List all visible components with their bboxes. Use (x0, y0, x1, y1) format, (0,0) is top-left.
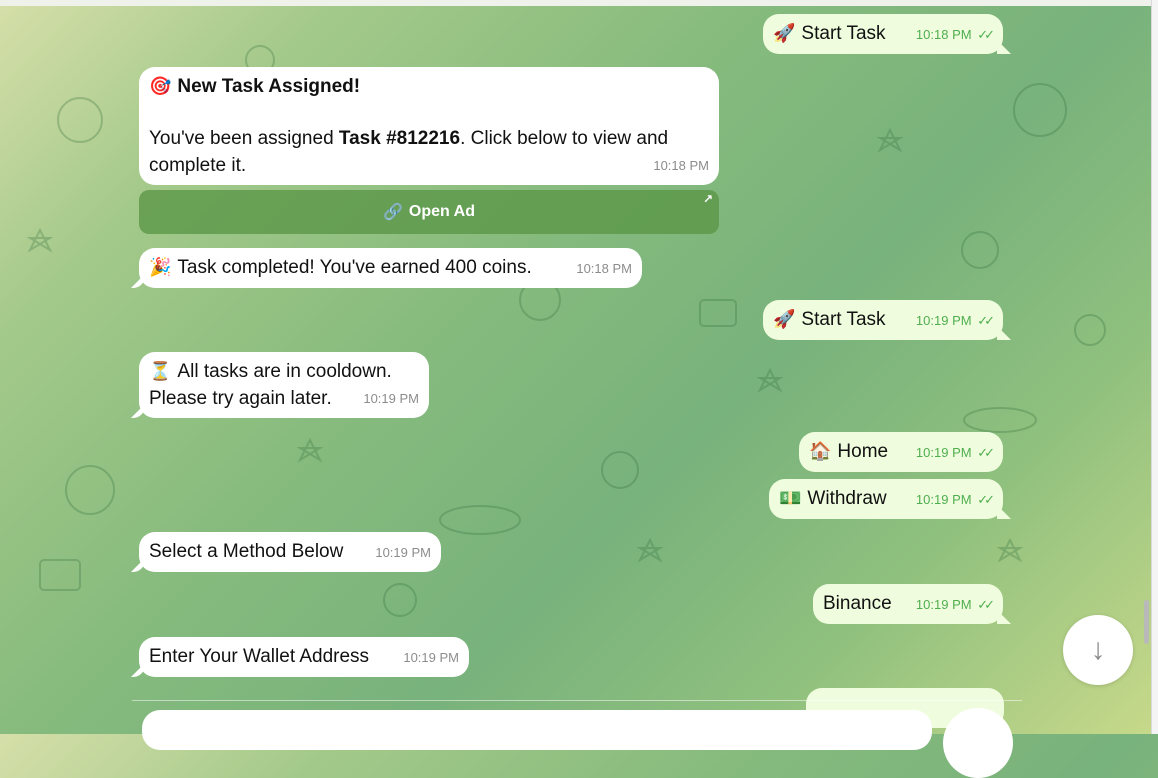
house-icon: 🏠 (809, 441, 832, 462)
divider (132, 700, 1022, 701)
message-select-method: Select a Method Below 10:19 PM (139, 532, 441, 572)
message-new-task: 🎯 New Task Assigned! You've been assigned… (139, 67, 719, 185)
read-ticks-icon: ✓✓ (977, 597, 995, 612)
message-withdraw: 💵 Withdraw 10:19 PM ✓✓ (769, 479, 1003, 519)
window-right-edge (1151, 0, 1158, 734)
message-line-2: Please try again later. (149, 388, 332, 409)
message-body-prefix: You've been assigned (149, 128, 339, 149)
external-link-icon: ↗ (702, 192, 713, 206)
message-text: Withdraw (807, 488, 887, 509)
window-top-border (0, 0, 1158, 6)
message-time: 10:19 PM ✓✓ (915, 597, 995, 612)
message-line-1: All tasks are in cooldown. (177, 361, 392, 382)
link-icon: 🔗 (383, 204, 403, 221)
message-text: Start Task (801, 309, 886, 330)
message-binance: Binance 10:19 PM ✓✓ (813, 584, 1003, 624)
scroll-to-bottom-button[interactable]: ↓ (1063, 615, 1133, 685)
message-text: Binance (823, 593, 892, 614)
message-time: 10:19 PM (403, 650, 459, 665)
message-text: Start Task (801, 23, 886, 44)
party-popper-icon: 🎉 (149, 257, 172, 278)
message-time: 10:19 PM (375, 545, 431, 560)
send-button[interactable] (943, 708, 1013, 778)
hourglass-icon: ⏳ (149, 361, 172, 382)
message-home: 🏠 Home 10:19 PM ✓✓ (799, 432, 1003, 472)
rocket-icon: 🚀 (773, 23, 796, 44)
read-ticks-icon: ✓✓ (977, 313, 995, 328)
message-input[interactable] (142, 710, 932, 750)
read-ticks-icon: ✓✓ (977, 445, 995, 460)
message-time: 10:19 PM (363, 391, 419, 406)
read-ticks-icon: ✓✓ (977, 492, 995, 507)
message-wallet-address: Enter Your Wallet Address 10:19 PM (139, 637, 469, 677)
message-cooldown: ⏳ All tasks are in cooldown. Please try a… (139, 352, 429, 418)
message-time: 10:19 PM ✓✓ (915, 445, 995, 460)
rocket-icon: 🚀 (773, 309, 796, 330)
message-text: Enter Your Wallet Address (149, 646, 370, 667)
message-text: Home (837, 441, 889, 462)
message-text: Task completed! You've earned 400 coins. (177, 257, 532, 278)
message-task-completed: 🎉 Task completed! You've earned 400 coins… (139, 248, 642, 288)
task-id: Task #812216 (338, 128, 461, 149)
message-time: 10:18 PM ✓✓ (915, 27, 995, 42)
message-time: 10:19 PM ✓✓ (915, 492, 995, 507)
message-text: Select a Method Below (149, 541, 344, 562)
open-ad-button[interactable]: 🔗 Open Ad ↗ (139, 190, 719, 234)
read-ticks-icon: ✓✓ (977, 27, 995, 42)
scrollbar-thumb[interactable] (1144, 600, 1149, 644)
money-icon: 💵 (779, 488, 802, 509)
message-time: 10:19 PM ✓✓ (915, 313, 995, 328)
message-title: New Task Assigned! (177, 76, 361, 97)
message-time: 10:18 PM (653, 158, 709, 173)
message-start-task-2: 🚀 Start Task 10:19 PM ✓✓ (763, 300, 1003, 340)
message-start-task-1: 🚀 Start Task 10:18 PM ✓✓ (763, 14, 1003, 54)
message-time: 10:18 PM (576, 261, 632, 276)
arrow-down-icon: ↓ (1090, 633, 1106, 666)
open-ad-label: Open Ad (408, 203, 475, 220)
target-icon: 🎯 (149, 76, 172, 97)
